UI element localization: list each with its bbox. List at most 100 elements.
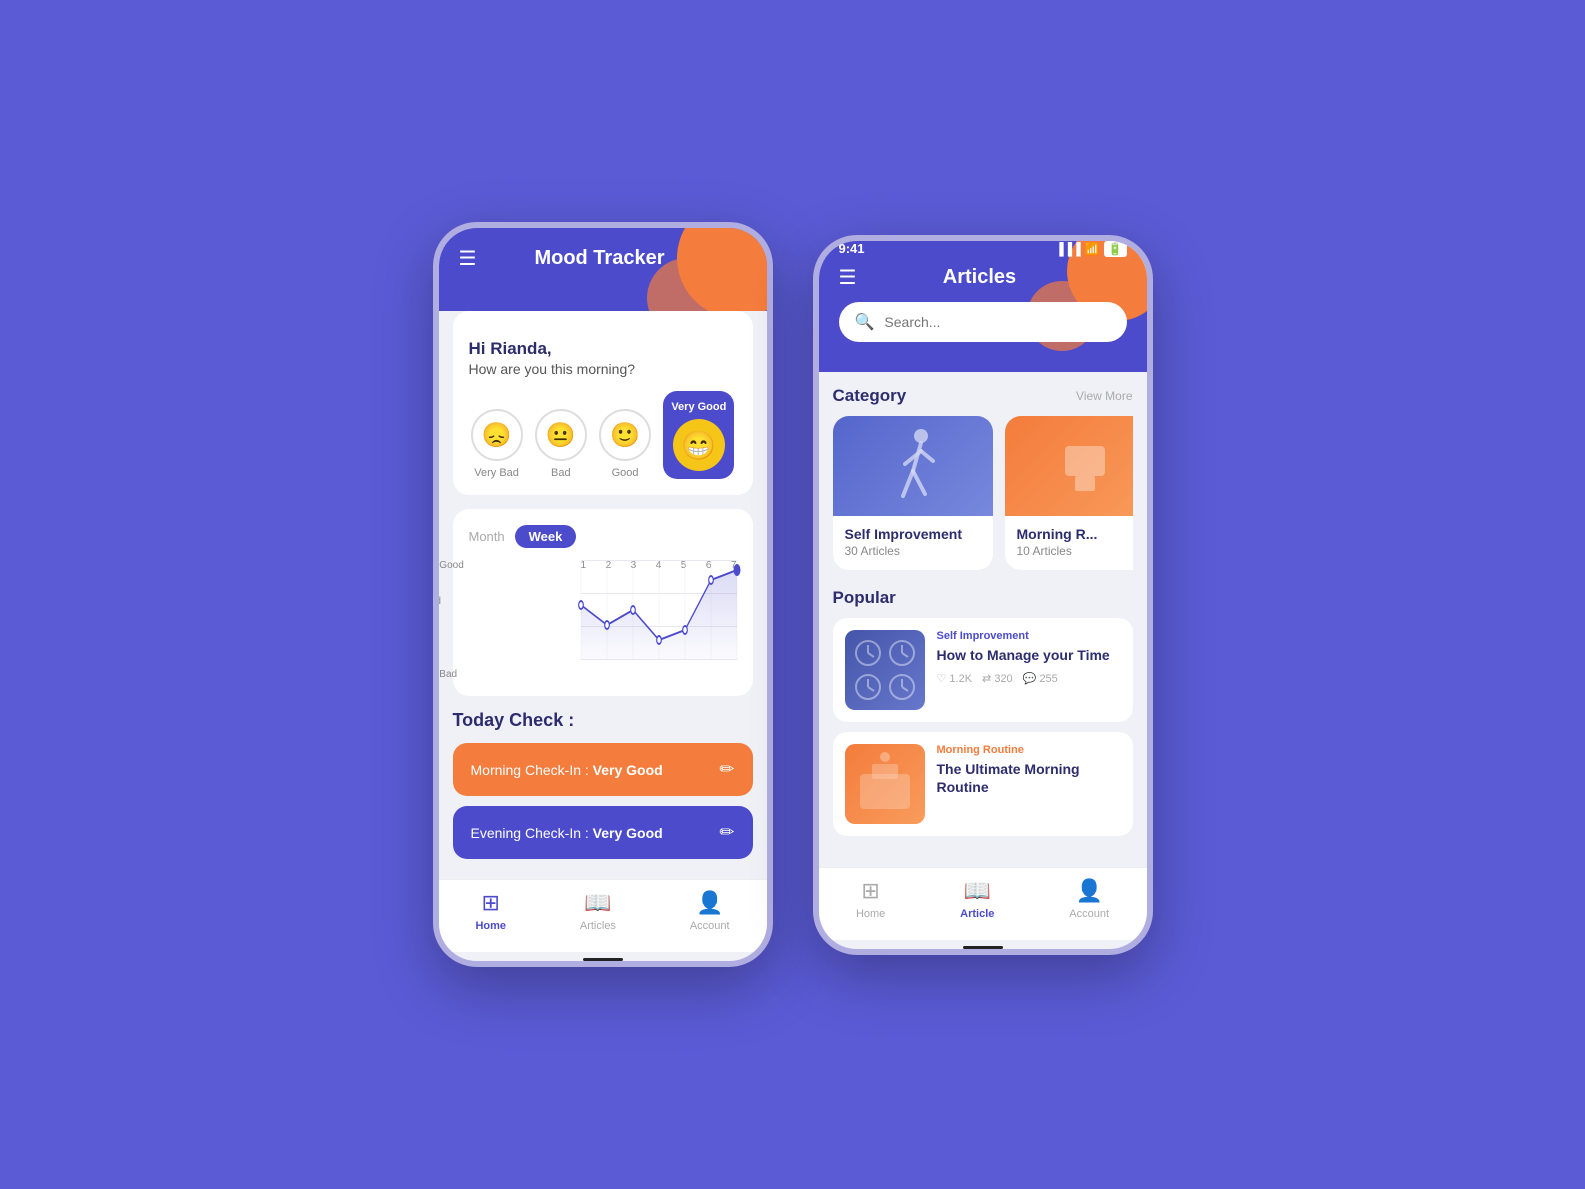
mood-good[interactable]: 🙂 Good — [599, 409, 651, 479]
mood-bad[interactable]: 😐 Bad — [535, 409, 587, 479]
category-card-morning[interactable]: Morning R... 10 Articles — [1005, 416, 1133, 570]
status-time: 9:41 — [839, 241, 865, 257]
phone1-content: Hi Rianda, How are you this morning? 😞 V… — [439, 311, 767, 879]
popular-info-1: Self Improvement How to Manage your Time… — [937, 630, 1121, 710]
search-icon: 🔍 — [855, 312, 875, 332]
category-img-morning — [1005, 416, 1133, 516]
phone1-title: Mood Tracker — [534, 247, 664, 270]
home2-icon: ⊞ — [861, 878, 879, 904]
status-icons: ▐▐▐ 📶 🔋 — [1055, 241, 1126, 257]
phone2-hamburger-icon[interactable]: ☰ — [839, 265, 857, 290]
today-check-title: Today Check : — [453, 710, 753, 731]
nav-articles[interactable]: 📖 Articles — [580, 890, 616, 932]
morning-edit-icon: ✏ — [719, 759, 734, 780]
popular-title-1: How to Manage your Time — [937, 646, 1121, 664]
greeting-name: Hi Rianda, — [469, 339, 737, 359]
category-name-self-improvement: Self Improvement — [845, 526, 981, 542]
mood-options: 😞 Very Bad 😐 Bad 🙂 Good Very Good 😁 — [469, 391, 737, 479]
phone2-indicator — [963, 946, 1003, 949]
chart-area: 1 2 3 4 5 6 7 — [581, 560, 737, 680]
search-input[interactable] — [884, 314, 1110, 330]
y-label-bad: Bad — [439, 633, 464, 644]
category-info-self-improvement: Self Improvement 30 Articles — [833, 516, 993, 570]
phone1-header: ☰ Mood Tracker — [439, 228, 767, 311]
popular-info-2: Morning Routine The Ultimate Morning Rou… — [937, 744, 1121, 824]
category-count-self-improvement: 30 Articles — [845, 544, 981, 558]
phone2-title: Articles — [943, 266, 1016, 289]
mood-very-bad-label: Very Bad — [474, 467, 519, 479]
articles-label: Articles — [580, 920, 616, 932]
nav2-account[interactable]: 👤 Account — [1069, 878, 1109, 920]
chart-header: Month Week — [469, 525, 737, 548]
chart-tab-week[interactable]: Week — [515, 525, 577, 548]
chart-y-labels: Very Good Good Bad Very Bad — [439, 560, 464, 680]
account2-label: Account — [1069, 908, 1109, 920]
popular-title: Popular — [833, 588, 896, 608]
shares-stat: ⇄ 320 — [982, 672, 1013, 685]
battery-icon: 🔋 — [1104, 241, 1127, 257]
category-img-self-improvement — [833, 416, 993, 516]
phone2-content: Category View More Self Imp — [819, 372, 1147, 867]
mood-very-bad-emoji: 😞 — [471, 409, 523, 461]
nav-home[interactable]: ⊞ Home — [475, 890, 506, 932]
articles-icon: 📖 — [584, 890, 611, 916]
category-title: Category — [833, 386, 907, 406]
popular-section-header: Popular — [833, 588, 1133, 608]
mood-bad-label: Bad — [551, 467, 571, 479]
popular-card-1[interactable]: Self Improvement How to Manage your Time… — [833, 618, 1133, 722]
home2-label: Home — [856, 908, 885, 920]
mood-very-good-emoji: 😁 — [673, 419, 725, 471]
home-indicator — [583, 958, 623, 961]
phone2-bottom-nav: ⊞ Home 📖 Article 👤 Account — [819, 867, 1147, 940]
home-icon: ⊞ — [482, 890, 500, 916]
mood-good-label: Good — [612, 467, 639, 479]
search-bar[interactable]: 🔍 — [839, 302, 1127, 342]
morning-checkin-text: Morning Check-In : Very Good — [471, 762, 663, 778]
mood-very-good-selected[interactable]: Very Good 😁 — [663, 391, 734, 479]
popular-category-2: Morning Routine — [937, 744, 1121, 756]
signal-icon: ▐▐▐ — [1055, 242, 1081, 256]
mood-card: Hi Rianda, How are you this morning? 😞 V… — [453, 311, 753, 495]
category-count-morning: 10 Articles — [1017, 544, 1133, 558]
y-label-verygood: Very Good — [439, 560, 464, 571]
evening-checkin-btn[interactable]: Evening Check-In : Very Good ✏ — [453, 806, 753, 859]
mood-good-emoji: 🙂 — [599, 409, 651, 461]
phone2-header: 9:41 ▐▐▐ 📶 🔋 ☰ Articles 🔍 — [819, 241, 1147, 372]
hamburger-icon[interactable]: ☰ — [459, 246, 477, 271]
greeting-sub: How are you this morning? — [469, 361, 737, 377]
category-info-morning: Morning R... 10 Articles — [1005, 516, 1133, 570]
popular-category-1: Self Improvement — [937, 630, 1121, 642]
likes-stat: ♡ 1.2K — [937, 672, 973, 685]
phone1-bottom-nav: ⊞ Home 📖 Articles 👤 Account — [439, 879, 767, 952]
morning-checkin-btn[interactable]: Morning Check-In : Very Good ✏ — [453, 743, 753, 796]
phone-articles: 9:41 ▐▐▐ 📶 🔋 ☰ Articles 🔍 Category View … — [813, 235, 1153, 955]
popular-thumb-2 — [845, 744, 925, 824]
mood-very-bad[interactable]: 😞 Very Bad — [471, 409, 523, 479]
article2-label: Article — [960, 908, 994, 920]
chart-tab-month[interactable]: Month — [469, 529, 505, 544]
category-name-morning: Morning R... — [1017, 526, 1133, 542]
y-label-good: Good — [439, 596, 464, 607]
chart-card: Month Week Very Good Good Bad Very Bad — [453, 509, 753, 696]
nav2-article[interactable]: 📖 Article — [960, 878, 994, 920]
popular-title-2: The Ultimate Morning Routine — [937, 760, 1121, 796]
today-check-section: Today Check : Morning Check-In : Very Go… — [453, 710, 753, 859]
wifi-icon: 📶 — [1085, 242, 1100, 256]
mood-very-good-label: Very Good — [671, 401, 726, 413]
chart-svg — [581, 560, 737, 660]
phone-mood-tracker: ☰ Mood Tracker Hi Rianda, How are you th… — [433, 222, 773, 967]
account2-icon: 👤 — [1075, 878, 1102, 904]
category-scroll: Self Improvement 30 Articles Morning R..… — [833, 416, 1133, 574]
category-card-self-improvement[interactable]: Self Improvement 30 Articles — [833, 416, 993, 570]
view-more-btn[interactable]: View More — [1076, 389, 1132, 403]
account-label: Account — [690, 920, 730, 932]
popular-card-2[interactable]: Morning Routine The Ultimate Morning Rou… — [833, 732, 1133, 836]
article2-icon: 📖 — [964, 878, 991, 904]
mood-bad-emoji: 😐 — [535, 409, 587, 461]
nav-account[interactable]: 👤 Account — [690, 890, 730, 932]
nav2-home[interactable]: ⊞ Home — [856, 878, 885, 920]
category-section-header: Category View More — [833, 386, 1133, 406]
evening-edit-icon: ✏ — [719, 822, 734, 843]
popular-thumb-1 — [845, 630, 925, 710]
evening-checkin-text: Evening Check-In : Very Good — [471, 825, 663, 841]
